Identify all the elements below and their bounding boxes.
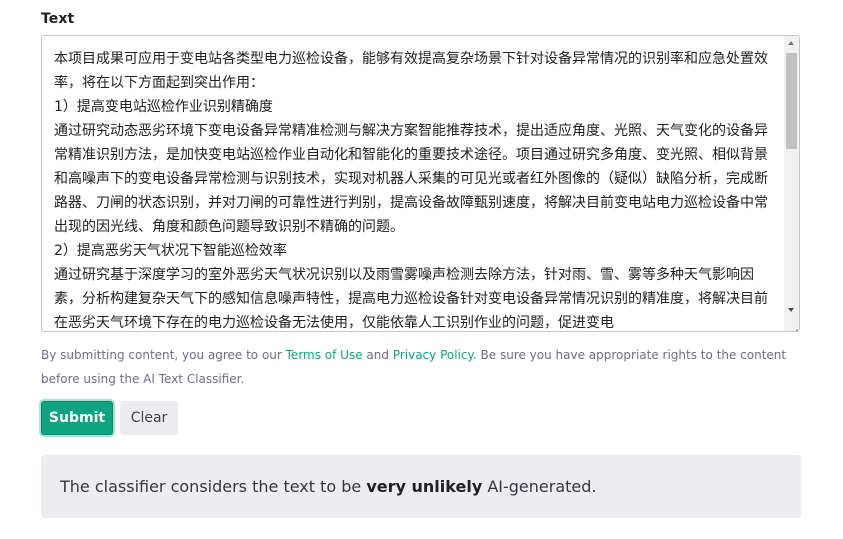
scroll-up-arrow-icon[interactable] bbox=[784, 36, 799, 51]
terms-of-use-link[interactable]: Terms of Use bbox=[286, 348, 363, 362]
terms-disclaimer: By submitting content, you agree to our … bbox=[41, 343, 801, 391]
disclaimer-prefix: By submitting content, you agree to our bbox=[41, 348, 286, 362]
text-input-area[interactable]: 本项目成果可应用于变电站各类型电力巡检设备，能够有效提高复杂场景下针对设备异常情… bbox=[41, 35, 800, 332]
text-input-content[interactable]: 本项目成果可应用于变电站各类型电力巡检设备，能够有效提高复杂场景下针对设备异常情… bbox=[54, 47, 774, 331]
submit-button[interactable]: Submit bbox=[41, 401, 113, 435]
privacy-policy-link[interactable]: Privacy Policy bbox=[393, 348, 473, 362]
text-field-label: Text bbox=[41, 11, 75, 27]
textarea-scrollbar[interactable] bbox=[784, 36, 799, 331]
scroll-down-arrow-icon[interactable] bbox=[784, 302, 799, 317]
result-suffix: AI-generated. bbox=[482, 477, 597, 496]
result-prefix: The classifier considers the text to be bbox=[60, 477, 367, 496]
result-verdict: very unlikely bbox=[366, 477, 483, 496]
resize-grip-icon[interactable] bbox=[787, 319, 798, 330]
classification-result: The classifier considers the text to be … bbox=[41, 455, 801, 518]
clear-button[interactable]: Clear bbox=[120, 401, 178, 435]
scroll-thumb[interactable] bbox=[786, 53, 797, 149]
disclaimer-middle: and bbox=[362, 348, 393, 362]
